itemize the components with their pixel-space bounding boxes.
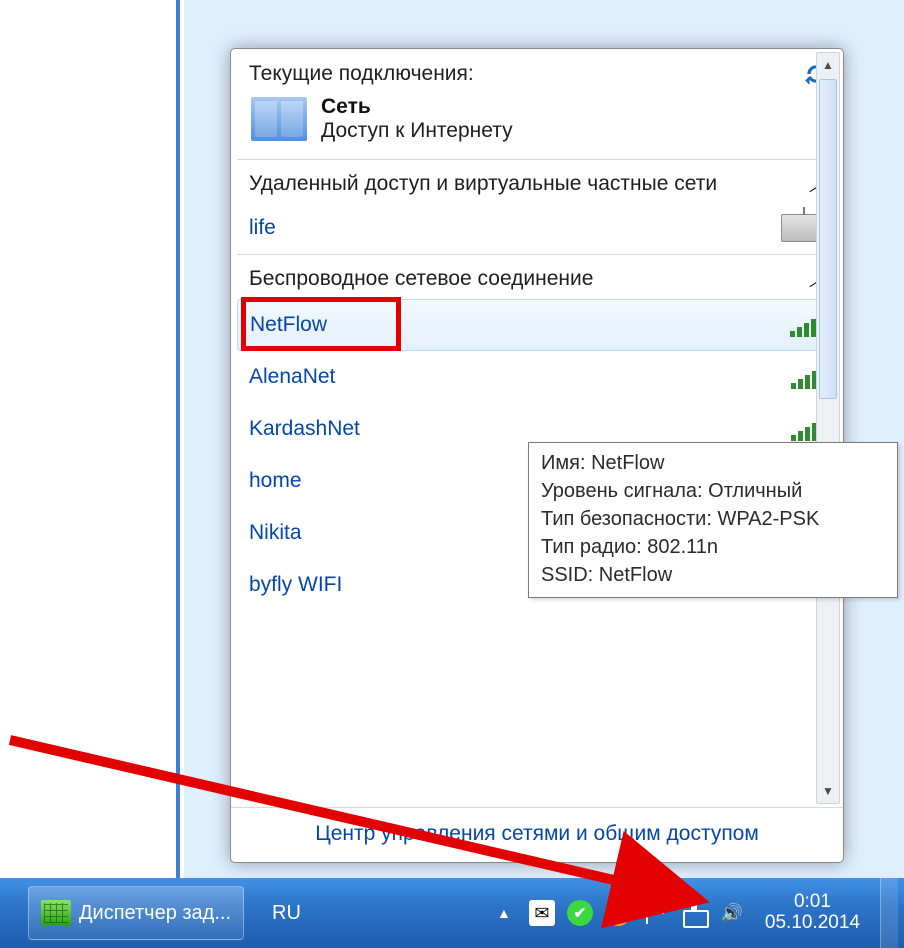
vpn-item-label: life [249, 216, 276, 240]
tooltip-ssid: SSID: NetFlow [541, 561, 885, 589]
current-network-status: Доступ к Интернету [321, 119, 513, 143]
current-connection-text: Сеть Доступ к Интернету [321, 95, 513, 143]
taskbar: Диспетчер зад... RU 0:01 05.10.2014 [0, 878, 904, 948]
system-tray: 0:01 05.10.2014 [491, 878, 904, 948]
network-center-link[interactable]: Центр управления сетями и общим доступом [315, 822, 759, 845]
volume-icon[interactable] [719, 900, 745, 926]
wifi-name: byfly WIFI [249, 573, 342, 597]
wifi-item-netflow[interactable]: NetFlow [237, 299, 837, 351]
skype-icon[interactable] [567, 900, 593, 926]
wifi-section-label: Беспроводное сетевое соединение [249, 267, 593, 291]
mail-icon[interactable] [529, 900, 555, 926]
scroll-up-icon[interactable]: ▲ [817, 53, 839, 77]
language-indicator[interactable]: RU [272, 902, 301, 925]
action-center-icon[interactable] [643, 900, 669, 926]
vpn-section-label: Удаленный доступ и виртуальные частные с… [249, 172, 717, 196]
taskbar-clock[interactable]: 0:01 05.10.2014 [757, 892, 868, 934]
wifi-name: home [249, 469, 302, 493]
current-connection: Сеть Доступ к Интернету [235, 91, 839, 157]
network-tray-icon[interactable] [681, 900, 707, 926]
taskbar-app-taskmanager[interactable]: Диспетчер зад... [28, 886, 244, 940]
scroll-thumb[interactable] [819, 79, 837, 399]
wifi-name: KardashNet [249, 417, 360, 441]
wifi-item-alenanet[interactable]: AlenaNet [235, 351, 839, 403]
vpn-item-life[interactable]: life [235, 204, 839, 252]
flyout-footer: Центр управления сетями и общим доступом [231, 807, 843, 862]
wifi-name: Nikita [249, 521, 302, 545]
flyout-body: Текущие подключения: Сеть Доступ к Интер… [231, 49, 843, 807]
scrollbar[interactable]: ▲ ▼ [816, 52, 840, 804]
wifi-section-header[interactable]: Беспроводное сетевое соединение ︿ [235, 257, 839, 299]
flyout-title: Текущие подключения: [249, 62, 474, 86]
tray-overflow-icon[interactable] [491, 900, 517, 926]
tooltip-radio: Тип радио: 802.11n [541, 533, 885, 561]
antivirus-icon[interactable] [605, 900, 631, 926]
tooltip-signal: Уровень сигнала: Отличный [541, 477, 885, 505]
tooltip-name: Имя: NetFlow [541, 449, 885, 477]
current-network-name: Сеть [321, 95, 513, 119]
wifi-name: AlenaNet [249, 365, 335, 389]
flyout-header: Текущие подключения: [235, 55, 839, 91]
divider [237, 159, 837, 160]
clock-time: 0:01 [765, 892, 860, 913]
taskmanager-icon [41, 900, 71, 926]
tooltip-security: Тип безопасности: WPA2-PSK [541, 505, 885, 533]
taskbar-app-label: Диспетчер зад... [79, 902, 231, 925]
vpn-section-header[interactable]: Удаленный доступ и виртуальные частные с… [235, 162, 839, 204]
network-icon [251, 97, 307, 141]
background-panel [0, 0, 180, 878]
wifi-name: NetFlow [250, 313, 327, 337]
divider [237, 254, 837, 255]
show-desktop-button[interactable] [880, 878, 898, 948]
wifi-tooltip: Имя: NetFlow Уровень сигнала: Отличный Т… [528, 442, 898, 598]
clock-date: 05.10.2014 [765, 913, 860, 934]
scroll-down-icon[interactable]: ▼ [817, 779, 839, 803]
